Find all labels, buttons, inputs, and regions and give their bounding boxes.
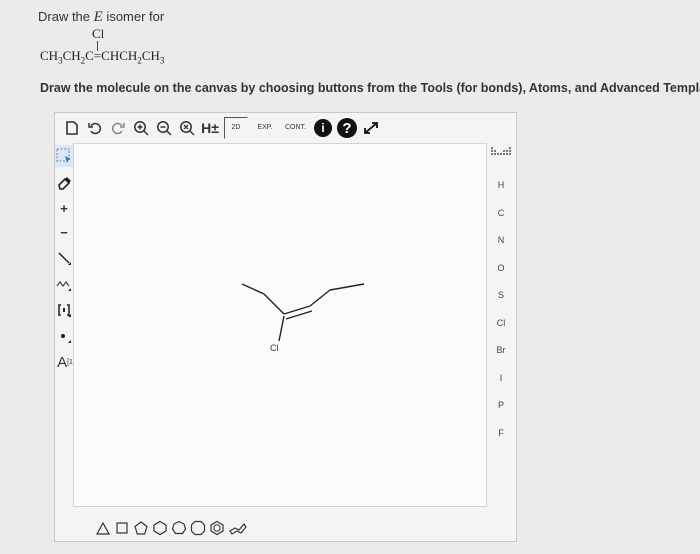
editor-toolbar: H± 2D EXP. CONT. i ? [55, 113, 516, 143]
condensed-formula: Cl CH3CH2C=CHCH2CH3 [40, 26, 440, 66]
molecule-drawing: Cl [241, 283, 365, 353]
atom-button-i[interactable]: I [485, 373, 517, 383]
hexagon-template-icon[interactable] [152, 520, 168, 536]
zoom-in-icon[interactable] [132, 118, 150, 138]
bond-ch2-c-left [263, 293, 285, 315]
cyclohexane-chair-template-icon[interactable] [228, 520, 248, 536]
radical-tool-icon[interactable] [55, 325, 73, 347]
instruction-text: Draw the molecule on the canvas by choos… [40, 81, 700, 95]
atom-button-p[interactable]: P [485, 400, 517, 410]
bracket-tool-icon[interactable] [55, 299, 73, 321]
resize-arrows-icon[interactable] [362, 118, 380, 138]
atom-button-o[interactable]: O [485, 263, 517, 273]
redo-icon[interactable] [109, 118, 127, 138]
left-toolbar: + − A [1] [55, 143, 75, 505]
single-bond-icon[interactable] [55, 247, 73, 269]
formula-substituent: Cl [92, 26, 105, 41]
bond-ch-ch2-right [309, 289, 331, 307]
select-tool-icon[interactable] [55, 145, 73, 167]
atom-palette: H C N O S Cl Br I P F [485, 143, 517, 505]
benzene-template-icon[interactable] [209, 520, 225, 536]
undo-icon[interactable] [86, 118, 104, 138]
clean-2d-button[interactable]: 2D [224, 117, 248, 139]
atom-button-n[interactable]: N [485, 235, 517, 245]
expand-button[interactable]: EXP. [253, 117, 277, 139]
atom-button-br[interactable]: Br [485, 345, 517, 355]
square-template-icon[interactable] [114, 520, 130, 536]
triangle-template-icon[interactable] [95, 520, 111, 536]
isomer-letter: E [93, 9, 103, 25]
contract-button[interactable]: CONT. [282, 117, 309, 139]
info-icon[interactable]: i [314, 119, 332, 137]
new-document-icon[interactable] [63, 118, 81, 138]
template-bar [95, 518, 248, 538]
periodic-table-icon[interactable] [485, 147, 517, 159]
question-text: Draw the E isomer for [38, 9, 164, 26]
bond-ch2-ch3-right [329, 283, 365, 291]
hydrogen-toggle-button[interactable]: H± [201, 118, 219, 138]
molecule-editor: H± 2D EXP. CONT. i ? + − A [1] Cl H C N … [54, 112, 517, 542]
zoom-out-icon[interactable] [155, 118, 173, 138]
question-suffix: isomer for [102, 9, 165, 24]
atom-button-h[interactable]: H [485, 180, 517, 190]
bond-ch3-ch2-left [241, 283, 265, 295]
atom-button-cl[interactable]: Cl [485, 318, 517, 328]
atom-button-f[interactable]: F [485, 428, 517, 438]
expand-label: EXP. [257, 124, 273, 131]
contract-label: CONT. [285, 124, 306, 131]
atom-button-c[interactable]: C [485, 208, 517, 218]
octagon-template-icon[interactable] [190, 520, 206, 536]
help-icon[interactable]: ? [337, 118, 357, 138]
atom-button-s[interactable]: S [485, 290, 517, 300]
atom-label-letter: A [57, 353, 68, 371]
positive-charge-button[interactable]: + [55, 197, 73, 219]
drawing-canvas[interactable]: Cl [73, 143, 487, 507]
chain-tool-icon[interactable] [55, 273, 73, 295]
formula-main: CH3CH2C=CHCH2CH3 [40, 48, 165, 66]
clean-2d-label: 2D [231, 124, 241, 131]
heptagon-template-icon[interactable] [171, 520, 187, 536]
pentagon-template-icon[interactable] [133, 520, 149, 536]
eraser-icon[interactable] [55, 171, 73, 193]
chlorine-atom-label: Cl [270, 343, 279, 353]
question-prefix: Draw the [38, 9, 94, 24]
bond-c-cl [278, 315, 285, 342]
clear-zoom-icon[interactable] [178, 118, 196, 138]
negative-charge-button[interactable]: − [55, 221, 73, 243]
